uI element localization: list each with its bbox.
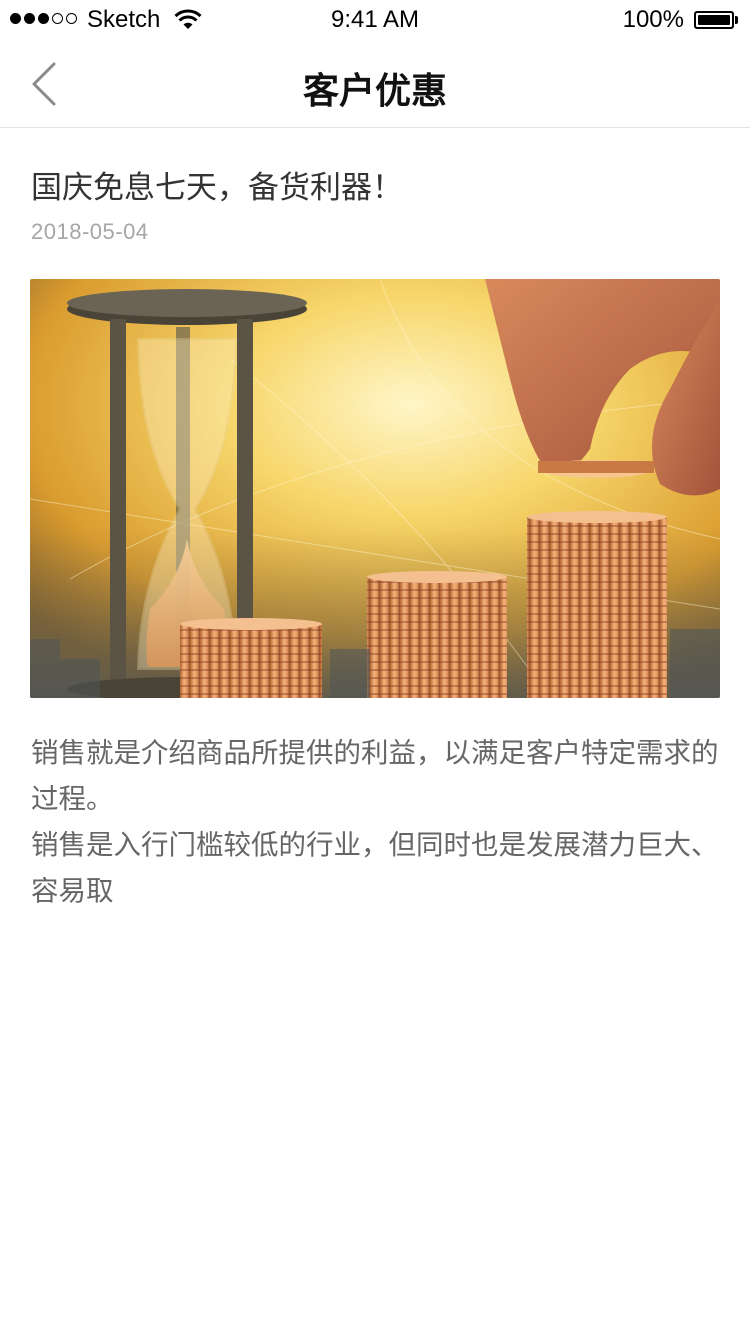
navigation-bar: 客户优惠 bbox=[0, 40, 750, 128]
article-paragraph: 销售就是介绍商品所提供的利益，以满足客户特定需求的过程。 bbox=[31, 737, 719, 814]
article-body: 销售就是介绍商品所提供的利益，以满足客户特定需求的过程。 销售是入行门槛较低的行… bbox=[31, 730, 721, 914]
article-title: 国庆免息七天，备货利器！ bbox=[31, 170, 403, 205]
battery-percentage: 100% bbox=[622, 6, 684, 33]
page-title: 客户优惠 bbox=[302, 70, 447, 111]
article-date: 2018-05-04 bbox=[31, 219, 149, 244]
status-bar: Sketch 9:41 AM 100% bbox=[0, 0, 750, 40]
article-paragraph: 销售是入行门槛较低的行业，但同时也是发展潜力巨大、容易取 bbox=[31, 829, 719, 906]
battery-icon bbox=[694, 11, 738, 29]
article-hero-image bbox=[30, 279, 720, 698]
